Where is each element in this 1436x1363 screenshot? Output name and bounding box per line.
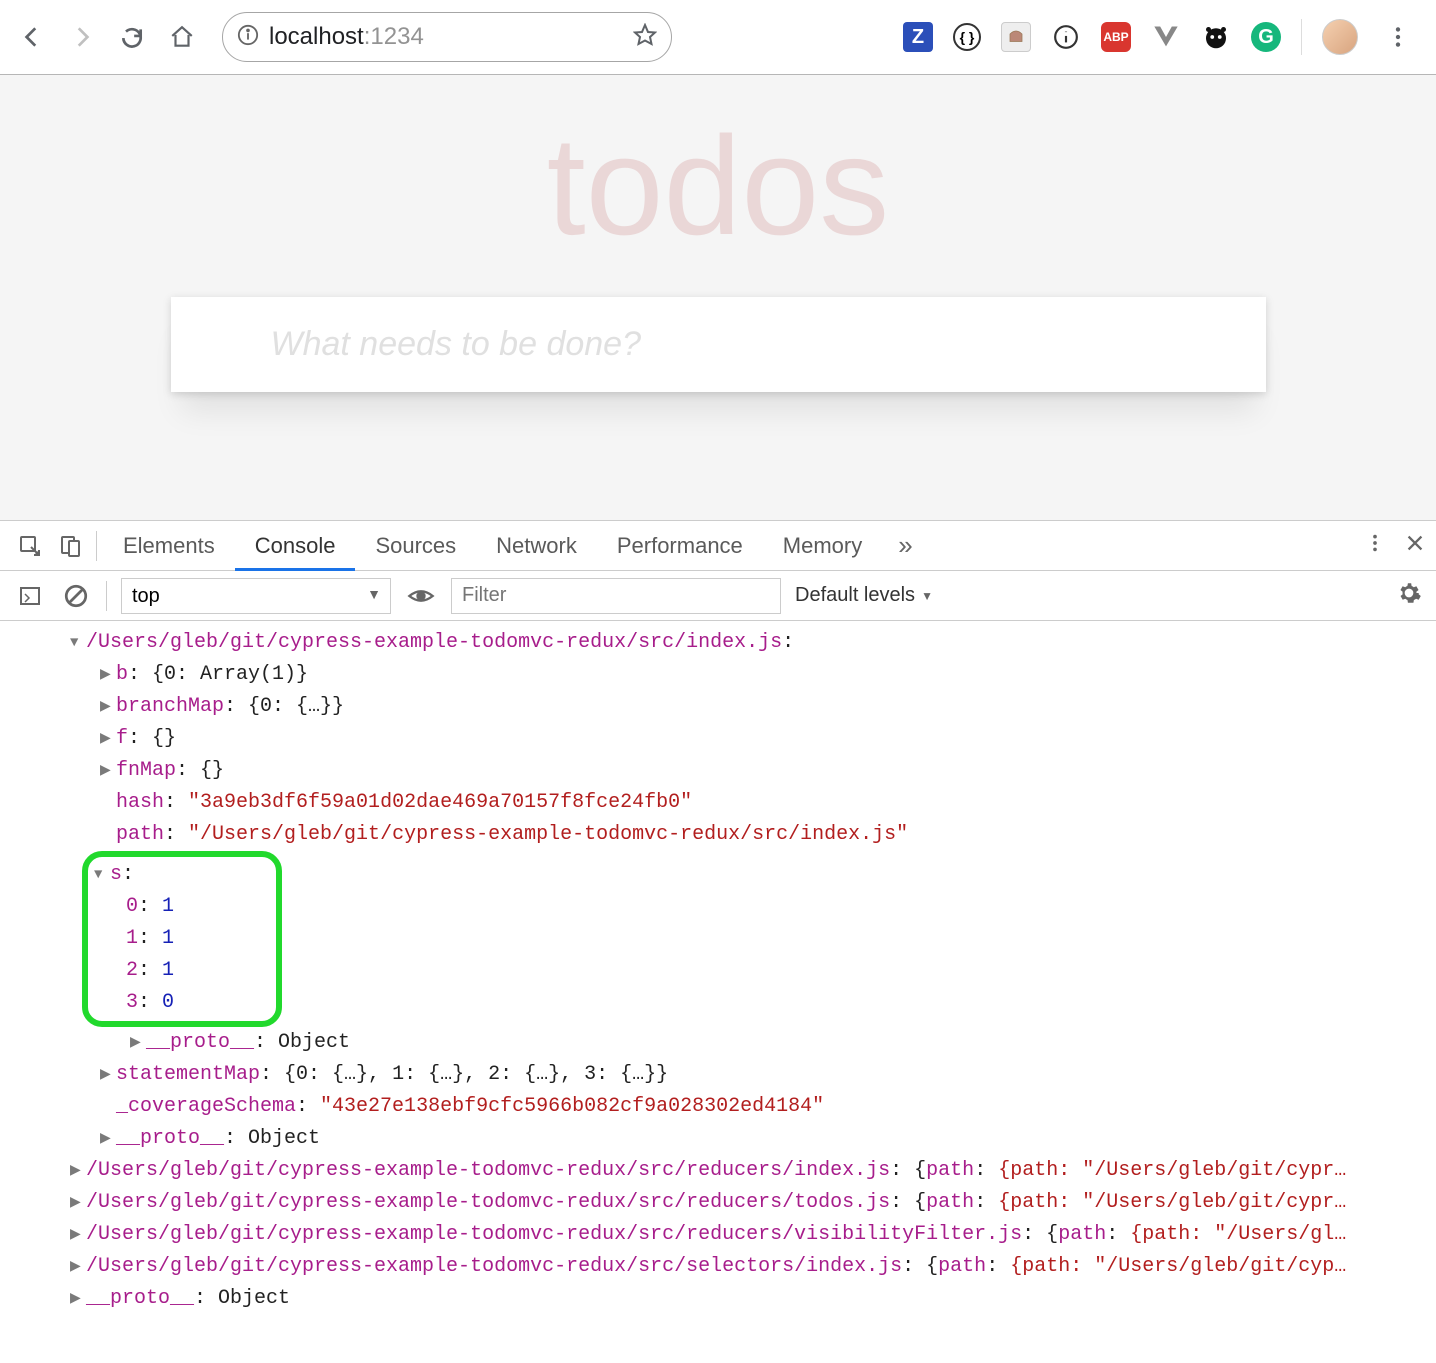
devtools-close-button[interactable] xyxy=(1404,532,1426,559)
console-row[interactable]: s: xyxy=(94,859,270,891)
console-row[interactable]: _coverageSchema: "43e27e138ebf9cfc5966b0… xyxy=(10,1091,1426,1123)
console-row[interactable]: /Users/gleb/git/cypress-example-todomvc-… xyxy=(10,1155,1426,1187)
log-levels-select[interactable]: Default levels▼ xyxy=(795,584,933,607)
console-row[interactable]: 1: 1 xyxy=(94,923,270,955)
console-row[interactable]: __proto__: Object xyxy=(10,1283,1426,1315)
console-row[interactable]: __proto__: Object xyxy=(10,1123,1426,1155)
extension-z-icon[interactable]: Z xyxy=(903,22,933,52)
url-text: localhost:1234 xyxy=(269,23,424,51)
extension-grammarly-icon[interactable]: G xyxy=(1251,22,1281,52)
profile-avatar[interactable] xyxy=(1322,19,1358,55)
tab-elements[interactable]: Elements xyxy=(103,521,235,571)
tab-network[interactable]: Network xyxy=(476,521,597,571)
back-button[interactable] xyxy=(12,17,52,57)
tab-console[interactable]: Console xyxy=(235,521,356,571)
extension-info-icon[interactable] xyxy=(1051,22,1081,52)
extension-abp-icon[interactable]: ABP xyxy=(1101,22,1131,52)
console-row[interactable]: statementMap: {0: {…}, 1: {…}, 2: {…}, 3… xyxy=(10,1059,1426,1091)
console-settings-icon[interactable] xyxy=(1396,580,1422,612)
chrome-menu-button[interactable] xyxy=(1378,17,1418,57)
console-row[interactable]: fnMap: {} xyxy=(10,755,1426,787)
tab-sources[interactable]: Sources xyxy=(355,521,476,571)
todos-heading: todos xyxy=(0,75,1436,267)
device-toolbar-icon[interactable] xyxy=(50,534,90,558)
page-content: todos xyxy=(0,75,1436,520)
tab-performance[interactable]: Performance xyxy=(597,521,763,571)
todo-input-container xyxy=(171,297,1266,392)
console-output[interactable]: /Users/gleb/git/cypress-example-todomvc-… xyxy=(0,621,1436,1335)
console-row[interactable]: path: "/Users/gleb/git/cypress-example-t… xyxy=(10,819,1426,851)
inspect-element-icon[interactable] xyxy=(10,534,50,558)
console-row[interactable]: /Users/gleb/git/cypress-example-todomvc-… xyxy=(10,1187,1426,1219)
live-expression-icon[interactable] xyxy=(405,582,437,610)
console-row[interactable]: 2: 1 xyxy=(94,955,270,987)
browser-toolbar: localhost:1234 Z { } ABP G xyxy=(0,0,1436,75)
tab-separator xyxy=(96,531,97,561)
address-bar[interactable]: localhost:1234 xyxy=(222,12,672,62)
bookmark-star-icon[interactable] xyxy=(633,23,657,52)
console-row[interactable]: b: {0: Array(1)} xyxy=(10,659,1426,691)
console-row[interactable]: 3: 0 xyxy=(94,987,270,1019)
tab-memory[interactable]: Memory xyxy=(763,521,882,571)
extension-blob-icon[interactable] xyxy=(1201,22,1231,52)
console-filter-input[interactable] xyxy=(451,578,781,614)
reload-button[interactable] xyxy=(112,17,152,57)
console-toolbar: top Default levels▼ xyxy=(0,571,1436,621)
toolbar-sep xyxy=(106,581,107,611)
console-row[interactable]: __proto__: Object xyxy=(10,1027,1426,1059)
devtools-panel: Elements Console Sources Network Perform… xyxy=(0,520,1436,1335)
annotation-highlight: s: 0: 1 1: 1 2: 1 3: 0 xyxy=(82,851,282,1027)
console-row[interactable]: hash: "3a9eb3df6f59a01d02dae469a70157f8f… xyxy=(10,787,1426,819)
devtools-menu-button[interactable] xyxy=(1364,532,1386,559)
console-row[interactable]: f: {} xyxy=(10,723,1426,755)
extension-icons: Z { } ABP G xyxy=(903,17,1424,57)
extension-braces-icon[interactable]: { } xyxy=(953,23,981,51)
site-info-icon[interactable] xyxy=(237,24,259,51)
forward-button[interactable] xyxy=(62,17,102,57)
home-button[interactable] xyxy=(162,17,202,57)
console-row[interactable]: /Users/gleb/git/cypress-example-todomvc-… xyxy=(10,1251,1426,1283)
extension-vue-icon[interactable] xyxy=(1151,22,1181,52)
execution-context-select[interactable]: top xyxy=(121,578,391,614)
console-row[interactable]: /Users/gleb/git/cypress-example-todomvc-… xyxy=(10,1219,1426,1251)
toolbar-divider xyxy=(1301,19,1302,55)
console-row[interactable]: branchMap: {0: {…}} xyxy=(10,691,1426,723)
console-row[interactable]: 0: 1 xyxy=(94,891,270,923)
tabs-overflow-button[interactable]: » xyxy=(882,530,928,561)
clear-console-icon[interactable] xyxy=(60,583,92,609)
new-todo-input[interactable] xyxy=(171,297,1266,392)
devtools-tabbar: Elements Console Sources Network Perform… xyxy=(0,521,1436,571)
console-sidebar-toggle-icon[interactable] xyxy=(14,584,46,608)
extension-generic-icon[interactable] xyxy=(1001,22,1031,52)
console-object-root[interactable]: /Users/gleb/git/cypress-example-todomvc-… xyxy=(10,627,1426,659)
